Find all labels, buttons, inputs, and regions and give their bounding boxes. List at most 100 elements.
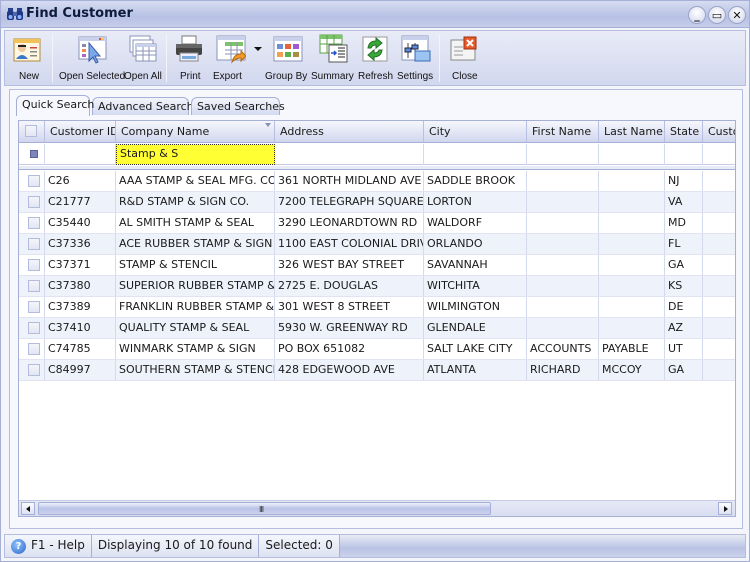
filter-city[interactable] <box>424 144 527 165</box>
filter-customer[interactable] <box>703 144 743 165</box>
table-row[interactable]: C37410 QUALITY STAMP & SEAL 5930 W. GREENW… <box>19 318 735 339</box>
row-checkbox-cell[interactable] <box>19 213 45 233</box>
group-by-icon <box>273 36 303 62</box>
column-header-address[interactable]: Address <box>275 121 424 142</box>
cell-city: SAVANNAH <box>424 255 527 275</box>
row-checkbox[interactable] <box>28 175 40 187</box>
column-header-first-name[interactable]: First Name <box>527 121 599 142</box>
tab-saved-searches[interactable]: Saved Searches <box>191 97 285 115</box>
column-header-city[interactable]: City <box>424 121 527 142</box>
group-by-button[interactable]: Group By <box>264 31 310 85</box>
cell-customer <box>703 339 743 359</box>
print-button[interactable]: Print <box>171 31 207 85</box>
row-checkbox-cell[interactable] <box>19 360 45 380</box>
table-row[interactable]: C84997 SOUTHERN STAMP & STENCIL 428 EDGEWO… <box>19 360 735 381</box>
toolbar-separator <box>166 34 167 82</box>
filter-state[interactable] <box>665 144 703 165</box>
cell-customer-id: C26 <box>45 171 116 191</box>
cell-customer-id: C37336 <box>45 234 116 254</box>
summary-icon <box>319 34 348 63</box>
filter-last-name[interactable] <box>599 144 665 165</box>
settings-label: Settings <box>397 71 434 82</box>
scrollbar-thumb[interactable]: III <box>38 502 491 515</box>
horizontal-scrollbar[interactable]: III <box>19 500 735 516</box>
row-checkbox[interactable] <box>28 364 40 376</box>
column-header-customer-id[interactable]: Customer ID <box>45 121 116 142</box>
column-header-customer[interactable]: Custo <box>703 121 735 142</box>
row-checkbox-cell[interactable] <box>19 171 45 191</box>
row-checkbox[interactable] <box>28 343 40 355</box>
column-header-last-name[interactable]: Last Name <box>599 121 665 142</box>
row-checkbox[interactable] <box>28 196 40 208</box>
table-row[interactable]: C37380SUPERIOR RUBBER STAMP & SEAL2725 E… <box>19 276 735 297</box>
row-checkbox[interactable] <box>28 238 40 250</box>
row-checkbox-cell[interactable] <box>19 192 45 212</box>
table-row[interactable]: C37336 ACE RUBBER STAMP & SIGN 1100 EAST C… <box>19 234 735 255</box>
cell-customer-id: C37380 <box>45 276 116 296</box>
close-button[interactable]: Close <box>446 31 482 85</box>
export-button[interactable]: Export <box>209 31 253 85</box>
column-header-state[interactable]: State <box>665 121 703 142</box>
open-all-button[interactable]: Open All <box>123 31 163 85</box>
filter-first-name[interactable] <box>527 144 599 165</box>
toolbar: New Open Selected Open All Print Export … <box>4 30 746 86</box>
help-status[interactable]: ? F1 - Help <box>5 535 92 557</box>
column-header-company-name[interactable]: Company Name <box>116 121 275 142</box>
cell-last-name <box>599 255 665 275</box>
filter-address[interactable] <box>275 144 424 165</box>
row-checkbox-cell[interactable] <box>19 255 45 275</box>
tab-advanced-search[interactable]: Advanced Search <box>92 97 194 115</box>
table-row[interactable]: C21777 R&D STAMP & SIGN CO. 7200 TELEGRAPH… <box>19 192 735 213</box>
cell-customer-id: C37410 <box>45 318 116 338</box>
table-row[interactable]: C37389FRANKLIN RUBBER STAMP & SEAL301 WE… <box>19 297 735 318</box>
cell-last-name <box>599 276 665 296</box>
row-checkbox[interactable] <box>28 322 40 334</box>
table-row[interactable]: C37371 STAMP & STENCIL 326 WEST BAY STREET… <box>19 255 735 276</box>
help-text: F1 - Help <box>31 538 85 552</box>
close-window-button[interactable]: ✕ <box>728 6 746 24</box>
row-checkbox-cell[interactable] <box>19 297 45 317</box>
select-all-header[interactable] <box>19 121 45 142</box>
maximize-button[interactable]: ▭ <box>708 6 726 24</box>
scroll-right-button[interactable] <box>718 502 732 515</box>
row-checkbox-cell[interactable] <box>19 339 45 359</box>
row-checkbox[interactable] <box>28 259 40 271</box>
filter-company-name[interactable]: Stamp & S <box>116 144 275 165</box>
row-checkbox[interactable] <box>28 280 40 292</box>
table-row[interactable]: C74785 WINMARK STAMP & SIGN PO BOX 651082 S… <box>19 339 735 360</box>
title-bar[interactable]: Find Customer _ ▭ ✕ <box>1 1 749 28</box>
table-row[interactable]: C35440 AL SMITH STAMP & SEAL 3290 LEONARDT… <box>19 213 735 234</box>
results-count: Displaying 10 of 10 found <box>91 535 260 557</box>
open-selected-button[interactable]: Open Selected <box>59 31 125 85</box>
cell-customer <box>703 213 743 233</box>
scroll-left-button[interactable] <box>21 502 35 515</box>
cell-last-name: PAYABLE <box>599 339 665 359</box>
select-all-checkbox[interactable] <box>25 125 37 137</box>
filter-customer-id[interactable] <box>45 144 116 165</box>
open-all-icon <box>129 35 157 62</box>
cell-city: WILMINGTON <box>424 297 527 317</box>
export-dropdown-arrow[interactable] <box>254 47 262 51</box>
table-row[interactable]: C26AAA STAMP & SEAL MFG. CO., INC.361 NO… <box>19 171 735 192</box>
row-checkbox-cell[interactable] <box>19 234 45 254</box>
settings-icon <box>401 35 431 62</box>
close-window-icon <box>450 36 477 61</box>
cell-first-name: ACCOUNTS <box>527 339 599 359</box>
cell-address: 2725 E. DOUGLAS <box>275 276 424 296</box>
cell-company-name: ACE RUBBER STAMP & SIGN <box>116 234 275 254</box>
close-icon: ✕ <box>732 8 742 22</box>
filter-row-selector[interactable] <box>19 144 45 165</box>
minimize-button[interactable]: _ <box>688 6 706 24</box>
row-checkbox[interactable] <box>28 217 40 229</box>
cell-customer <box>703 276 743 296</box>
cell-first-name <box>527 297 599 317</box>
refresh-button[interactable]: Refresh <box>356 31 394 85</box>
settings-button[interactable]: Settings <box>395 31 437 85</box>
row-checkbox-cell[interactable] <box>19 318 45 338</box>
summary-button[interactable]: Summary <box>311 31 357 85</box>
row-checkbox-cell[interactable] <box>19 276 45 296</box>
new-customer-icon <box>13 38 41 62</box>
tab-quick-search[interactable]: Quick Search <box>16 95 94 116</box>
row-checkbox[interactable] <box>28 301 40 313</box>
new-button[interactable]: New <box>7 31 47 85</box>
